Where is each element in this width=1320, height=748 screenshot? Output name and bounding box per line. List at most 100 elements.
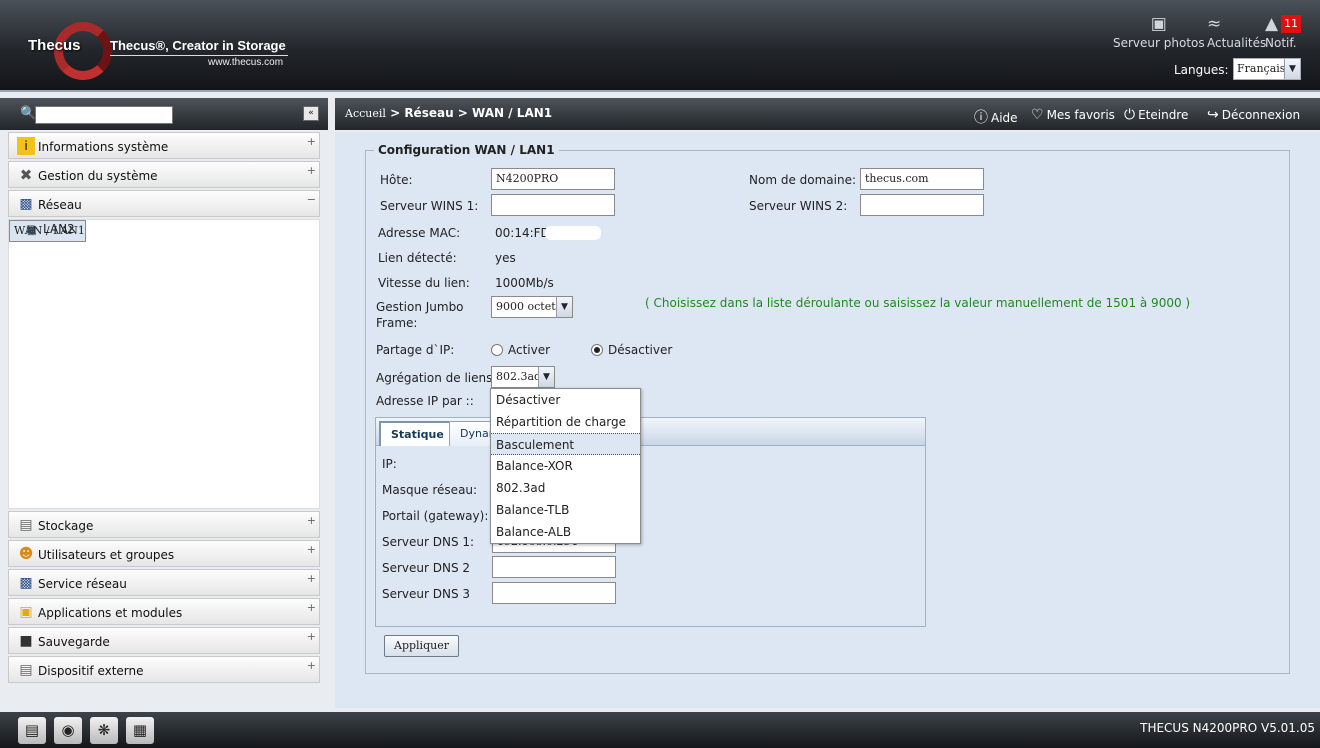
backup-icon: ■: [19, 633, 33, 649]
sidebar-group-label: Stockage: [38, 519, 94, 533]
help-label: Aide: [991, 111, 1018, 125]
apply-button[interactable]: Appliquer: [384, 635, 459, 657]
dropdown-option-highlighted[interactable]: Basculement: [491, 433, 640, 455]
host-input[interactable]: N4200PRO: [491, 168, 615, 190]
link-speed-value: 1000Mb/s: [495, 276, 554, 290]
dropdown-option[interactable]: Répartition de charge: [491, 411, 640, 433]
sidebar-group-label: Service réseau: [38, 577, 127, 591]
shutdown-button[interactable]: ⏻ Eteindre: [1124, 107, 1188, 123]
dropdown-option[interactable]: Balance-TLB: [491, 499, 640, 521]
ip-sharing-enable-label: Activer: [508, 343, 551, 357]
jumbo-hint: ( Choisissez dans la liste déroulante ou…: [645, 296, 1191, 310]
breadcrumb-home-link[interactable]: Accueil: [345, 107, 386, 120]
logout-button[interactable]: ↪ Déconnexion: [1207, 107, 1300, 123]
dropdown-option[interactable]: Balance-ALB: [491, 521, 640, 543]
expand-icon: +: [306, 572, 316, 585]
image-icon: ▣: [1150, 14, 1167, 34]
dropdown-option[interactable]: Désactiver: [491, 389, 640, 411]
expand-icon: +: [306, 164, 316, 177]
ip-label: IP:: [382, 457, 397, 471]
logo-divider: [110, 55, 288, 56]
language-label: Langues:: [1174, 63, 1229, 77]
disk-icon[interactable]: ◉: [54, 717, 82, 744]
external-device-icon: ▤: [19, 662, 33, 678]
favorites-label: Mes favoris: [1046, 108, 1115, 122]
tab-static[interactable]: Statique: [379, 421, 456, 446]
dropdown-option[interactable]: Balance-XOR: [491, 455, 640, 477]
host-label: Hôte:: [380, 173, 413, 187]
dns2-input[interactable]: [492, 556, 616, 578]
sidebar-item-lan2[interactable]: ▦ LAN2: [9, 220, 319, 238]
favorites-button[interactable]: ♡ Mes favoris: [1031, 107, 1115, 123]
collapse-icon: −: [306, 193, 316, 206]
search-icon: 🔍: [20, 106, 37, 121]
jumbo-label-line2: Frame:: [376, 316, 418, 330]
logout-label: Déconnexion: [1221, 108, 1301, 122]
search-input[interactable]: [35, 106, 173, 124]
sidebar-group-backup[interactable]: ■ Sauvegarde +: [8, 627, 320, 654]
tab-strip: Statique Dynam: [376, 418, 925, 446]
sidebar-group-label: Sauvegarde: [38, 635, 110, 649]
domain-input[interactable]: thecus.com: [860, 168, 984, 190]
wins2-input[interactable]: [860, 194, 984, 216]
aggregation-label: Agrégation de liens:: [376, 371, 497, 385]
sidebar-group-label: Gestion du système: [38, 169, 158, 183]
breadcrumb-path: > Réseau > WAN / LAN1: [385, 106, 553, 120]
expand-icon: +: [306, 135, 316, 148]
dropdown-option[interactable]: 802.3ad: [491, 477, 640, 499]
mac-label: Adresse MAC:: [378, 226, 461, 240]
collapse-sidebar-button[interactable]: «: [303, 106, 319, 121]
sidebar-group-applications[interactable]: ▣ Applications et modules +: [8, 598, 320, 625]
ip-sharing-label: Partage d`IP:: [376, 343, 455, 357]
panel-title: Configuration WAN / LAN1: [378, 143, 555, 157]
ip-by-label: Adresse IP par ::: [376, 394, 474, 408]
logo-tagline: Thecus®, Creator in Storage: [110, 38, 286, 53]
sidebar-group-label: Applications et modules: [38, 606, 183, 620]
sidebar: i Informations système + ✖ Gestion du sy…: [8, 132, 320, 710]
dns3-input[interactable]: [492, 582, 616, 604]
server-icon[interactable]: ▤: [18, 717, 46, 744]
language-select[interactable]: Français ▼: [1233, 58, 1301, 80]
expand-icon: +: [306, 659, 316, 672]
footer-bar: [0, 712, 1320, 748]
heart-icon: ♡: [1031, 107, 1044, 123]
tools-icon: ✖: [19, 166, 33, 184]
sidebar-group-users[interactable]: ☻ Utilisateurs et groupes +: [8, 540, 320, 567]
sidebar-group-network-service[interactable]: ▩ Service réseau +: [8, 569, 320, 596]
tree-item-label: LAN2: [43, 222, 75, 236]
sidebar-group-storage[interactable]: ▤ Stockage +: [8, 511, 320, 538]
photo-server-button[interactable]: ▣ Serveur photos: [1113, 14, 1205, 50]
storage-icon: ▤: [19, 517, 33, 533]
gateway-label: Portail (gateway):: [382, 509, 489, 523]
wins1-label: Serveur WINS 1:: [380, 199, 479, 213]
shutdown-label: Eteindre: [1138, 108, 1189, 122]
expand-icon: +: [306, 630, 316, 643]
network-tree: ▦ WAN / LAN1 ▦ LAN2: [8, 219, 320, 509]
sidebar-group-system-info[interactable]: i Informations système +: [8, 132, 320, 159]
sidebar-group-system-management[interactable]: ✖ Gestion du système +: [8, 161, 320, 188]
fan-icon[interactable]: ❋: [90, 717, 118, 744]
news-button[interactable]: ≈ Actualités: [1207, 14, 1266, 50]
wins1-input[interactable]: [491, 194, 615, 216]
link-detected-label: Lien détecté:: [378, 251, 457, 265]
breadcrumb: Accueil > Réseau > WAN / LAN1: [345, 106, 552, 120]
jumbo-frame-select[interactable]: 9000 octets ▼: [491, 296, 573, 318]
thecus-logo: Thecus Thecus®, Creator in Storage www.t…: [28, 20, 298, 80]
firmware-version: THECUS N4200PRO V5.01.05: [1140, 721, 1315, 735]
lan-port-icon: ▦: [26, 224, 36, 235]
jumbo-frame-value: 9000 octets: [496, 300, 562, 313]
aggregation-select[interactable]: 802.3ad ▼: [491, 366, 555, 388]
ip-sharing-enable-radio[interactable]: [491, 344, 503, 356]
network-map-icon[interactable]: ▦: [126, 717, 154, 744]
language-value: Français: [1237, 62, 1286, 75]
logo-brand: Thecus: [28, 37, 81, 54]
sidebar-group-label: Informations système: [38, 140, 169, 154]
news-label: Actualités: [1207, 36, 1267, 50]
help-button[interactable]: ⓘ Aide: [974, 107, 1018, 127]
power-icon: ⏻: [1124, 107, 1136, 123]
sidebar-group-external-device[interactable]: ▤ Dispositif externe +: [8, 656, 320, 683]
domain-label: Nom de domaine:: [749, 173, 857, 187]
ip-sharing-disable-radio[interactable]: [591, 344, 603, 356]
logout-icon: ↪: [1207, 107, 1219, 123]
sidebar-group-network[interactable]: ▩ Réseau −: [8, 190, 320, 217]
